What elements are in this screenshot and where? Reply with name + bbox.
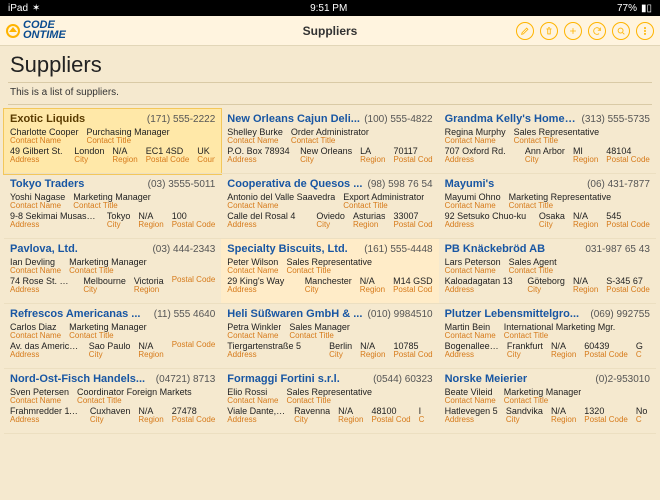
supplier-card[interactable]: Tokyo Traders (03) 3555-5011 Yoshi Nagas… — [4, 174, 221, 239]
company-phone: (0)2-953010 — [595, 374, 649, 385]
supplier-card[interactable]: Norske Meierier (0)2-953010 Beate Vileid… — [439, 369, 656, 434]
supplier-card[interactable]: Formaggi Fortini s.r.l. (0544) 60323 Eli… — [221, 369, 438, 434]
suppliers-grid: Exotic Liquids (171) 555-2222 Charlotte … — [0, 109, 660, 434]
company-name: Formaggi Fortini s.r.l. — [227, 373, 339, 385]
search-button[interactable] — [612, 22, 630, 40]
company-name: Heli Süßwaren GmbH & ... — [227, 308, 362, 320]
battery-icon: ▮▯ — [641, 3, 652, 14]
company-name: Specialty Biscuits, Ltd. — [227, 243, 347, 255]
company-name: Pavlova, Ltd. — [10, 243, 78, 255]
divider — [8, 82, 652, 83]
company-phone: (98) 598 76 54 — [368, 179, 433, 190]
company-phone: (0544) 60323 — [373, 374, 433, 385]
supplier-card[interactable]: Heli Süßwaren GmbH & ... (010) 9984510 P… — [221, 304, 438, 369]
edit-button[interactable] — [516, 22, 534, 40]
brand-text: CODEONTIME — [23, 21, 66, 41]
company-phone: 031-987 65 43 — [585, 244, 650, 255]
company-name: PB Knäckebröd AB — [445, 243, 545, 255]
supplier-card[interactable]: Nord-Ost-Fisch Handels... (04721) 8713 S… — [4, 369, 221, 434]
company-phone: (010) 9984510 — [368, 309, 433, 320]
menu-button[interactable] — [636, 22, 654, 40]
refresh-button[interactable] — [588, 22, 606, 40]
company-name: Plutzer Lebensmittelgro... — [445, 308, 579, 320]
company-phone: (171) 555-2222 — [147, 114, 215, 125]
clock: 9:51 PM — [310, 3, 347, 14]
supplier-card[interactable]: Refrescos Americanas ... (11) 555 4640 C… — [4, 304, 221, 369]
supplier-card[interactable]: Exotic Liquids (171) 555-2222 Charlotte … — [4, 109, 221, 174]
company-name: Norske Meierier — [445, 373, 528, 385]
supplier-card[interactable]: Specialty Biscuits, Ltd. (161) 555-4448 … — [221, 239, 438, 304]
battery-pct: 77% — [617, 3, 637, 14]
company-name: Cooperativa de Quesos ... — [227, 178, 362, 190]
delete-button[interactable] — [540, 22, 558, 40]
company-phone: (06) 431-7877 — [587, 179, 650, 190]
company-phone: (03) 3555-5011 — [148, 179, 216, 190]
divider — [8, 104, 652, 105]
company-phone: (11) 555 4640 — [154, 309, 216, 320]
supplier-card[interactable]: Plutzer Lebensmittelgro... (069) 992755 … — [439, 304, 656, 369]
add-button[interactable] — [564, 22, 582, 40]
toolbar — [516, 22, 654, 40]
home-icon[interactable] — [6, 24, 20, 38]
wifi-icon: ✶ — [32, 3, 40, 14]
device-label: iPad — [8, 3, 28, 14]
company-name: Mayumi's — [445, 178, 495, 190]
supplier-card[interactable]: Cooperativa de Quesos ... (98) 598 76 54… — [221, 174, 438, 239]
company-name: Grandma Kelly's Homes... — [445, 113, 578, 125]
supplier-card[interactable]: PB Knäckebröd AB 031-987 65 43 Lars Pete… — [439, 239, 656, 304]
company-name: New Orleans Cajun Deli... — [227, 113, 360, 125]
supplier-card[interactable]: New Orleans Cajun Deli... (100) 555-4822… — [221, 109, 438, 174]
supplier-card[interactable]: Grandma Kelly's Homes... (313) 555-5735 … — [439, 109, 656, 174]
company-name: Exotic Liquids — [10, 113, 85, 125]
app-bar: CODEONTIME Suppliers — [0, 16, 660, 46]
supplier-card[interactable]: Pavlova, Ltd. (03) 444-2343 Ian DevlingC… — [4, 239, 221, 304]
company-phone: (161) 555-4448 — [364, 244, 432, 255]
company-name: Refrescos Americanas ... — [10, 308, 140, 320]
company-phone: (03) 444-2343 — [152, 244, 215, 255]
status-bar: iPad ✶ 9:51 PM 77% ▮▯ — [0, 0, 660, 16]
app-logo[interactable]: CODEONTIME — [6, 21, 66, 41]
company-phone: (100) 555-4822 — [364, 114, 432, 125]
company-name: Nord-Ost-Fisch Handels... — [10, 373, 145, 385]
company-name: Tokyo Traders — [10, 178, 84, 190]
company-phone: (069) 992755 — [590, 309, 650, 320]
company-phone: (313) 555-5735 — [582, 114, 650, 125]
supplier-card[interactable]: Mayumi's (06) 431-7877 Mayumi OhnoContac… — [439, 174, 656, 239]
page-title: Suppliers — [0, 46, 660, 82]
company-phone: (04721) 8713 — [156, 374, 216, 385]
subtitle: This is a list of suppliers. — [0, 87, 660, 104]
